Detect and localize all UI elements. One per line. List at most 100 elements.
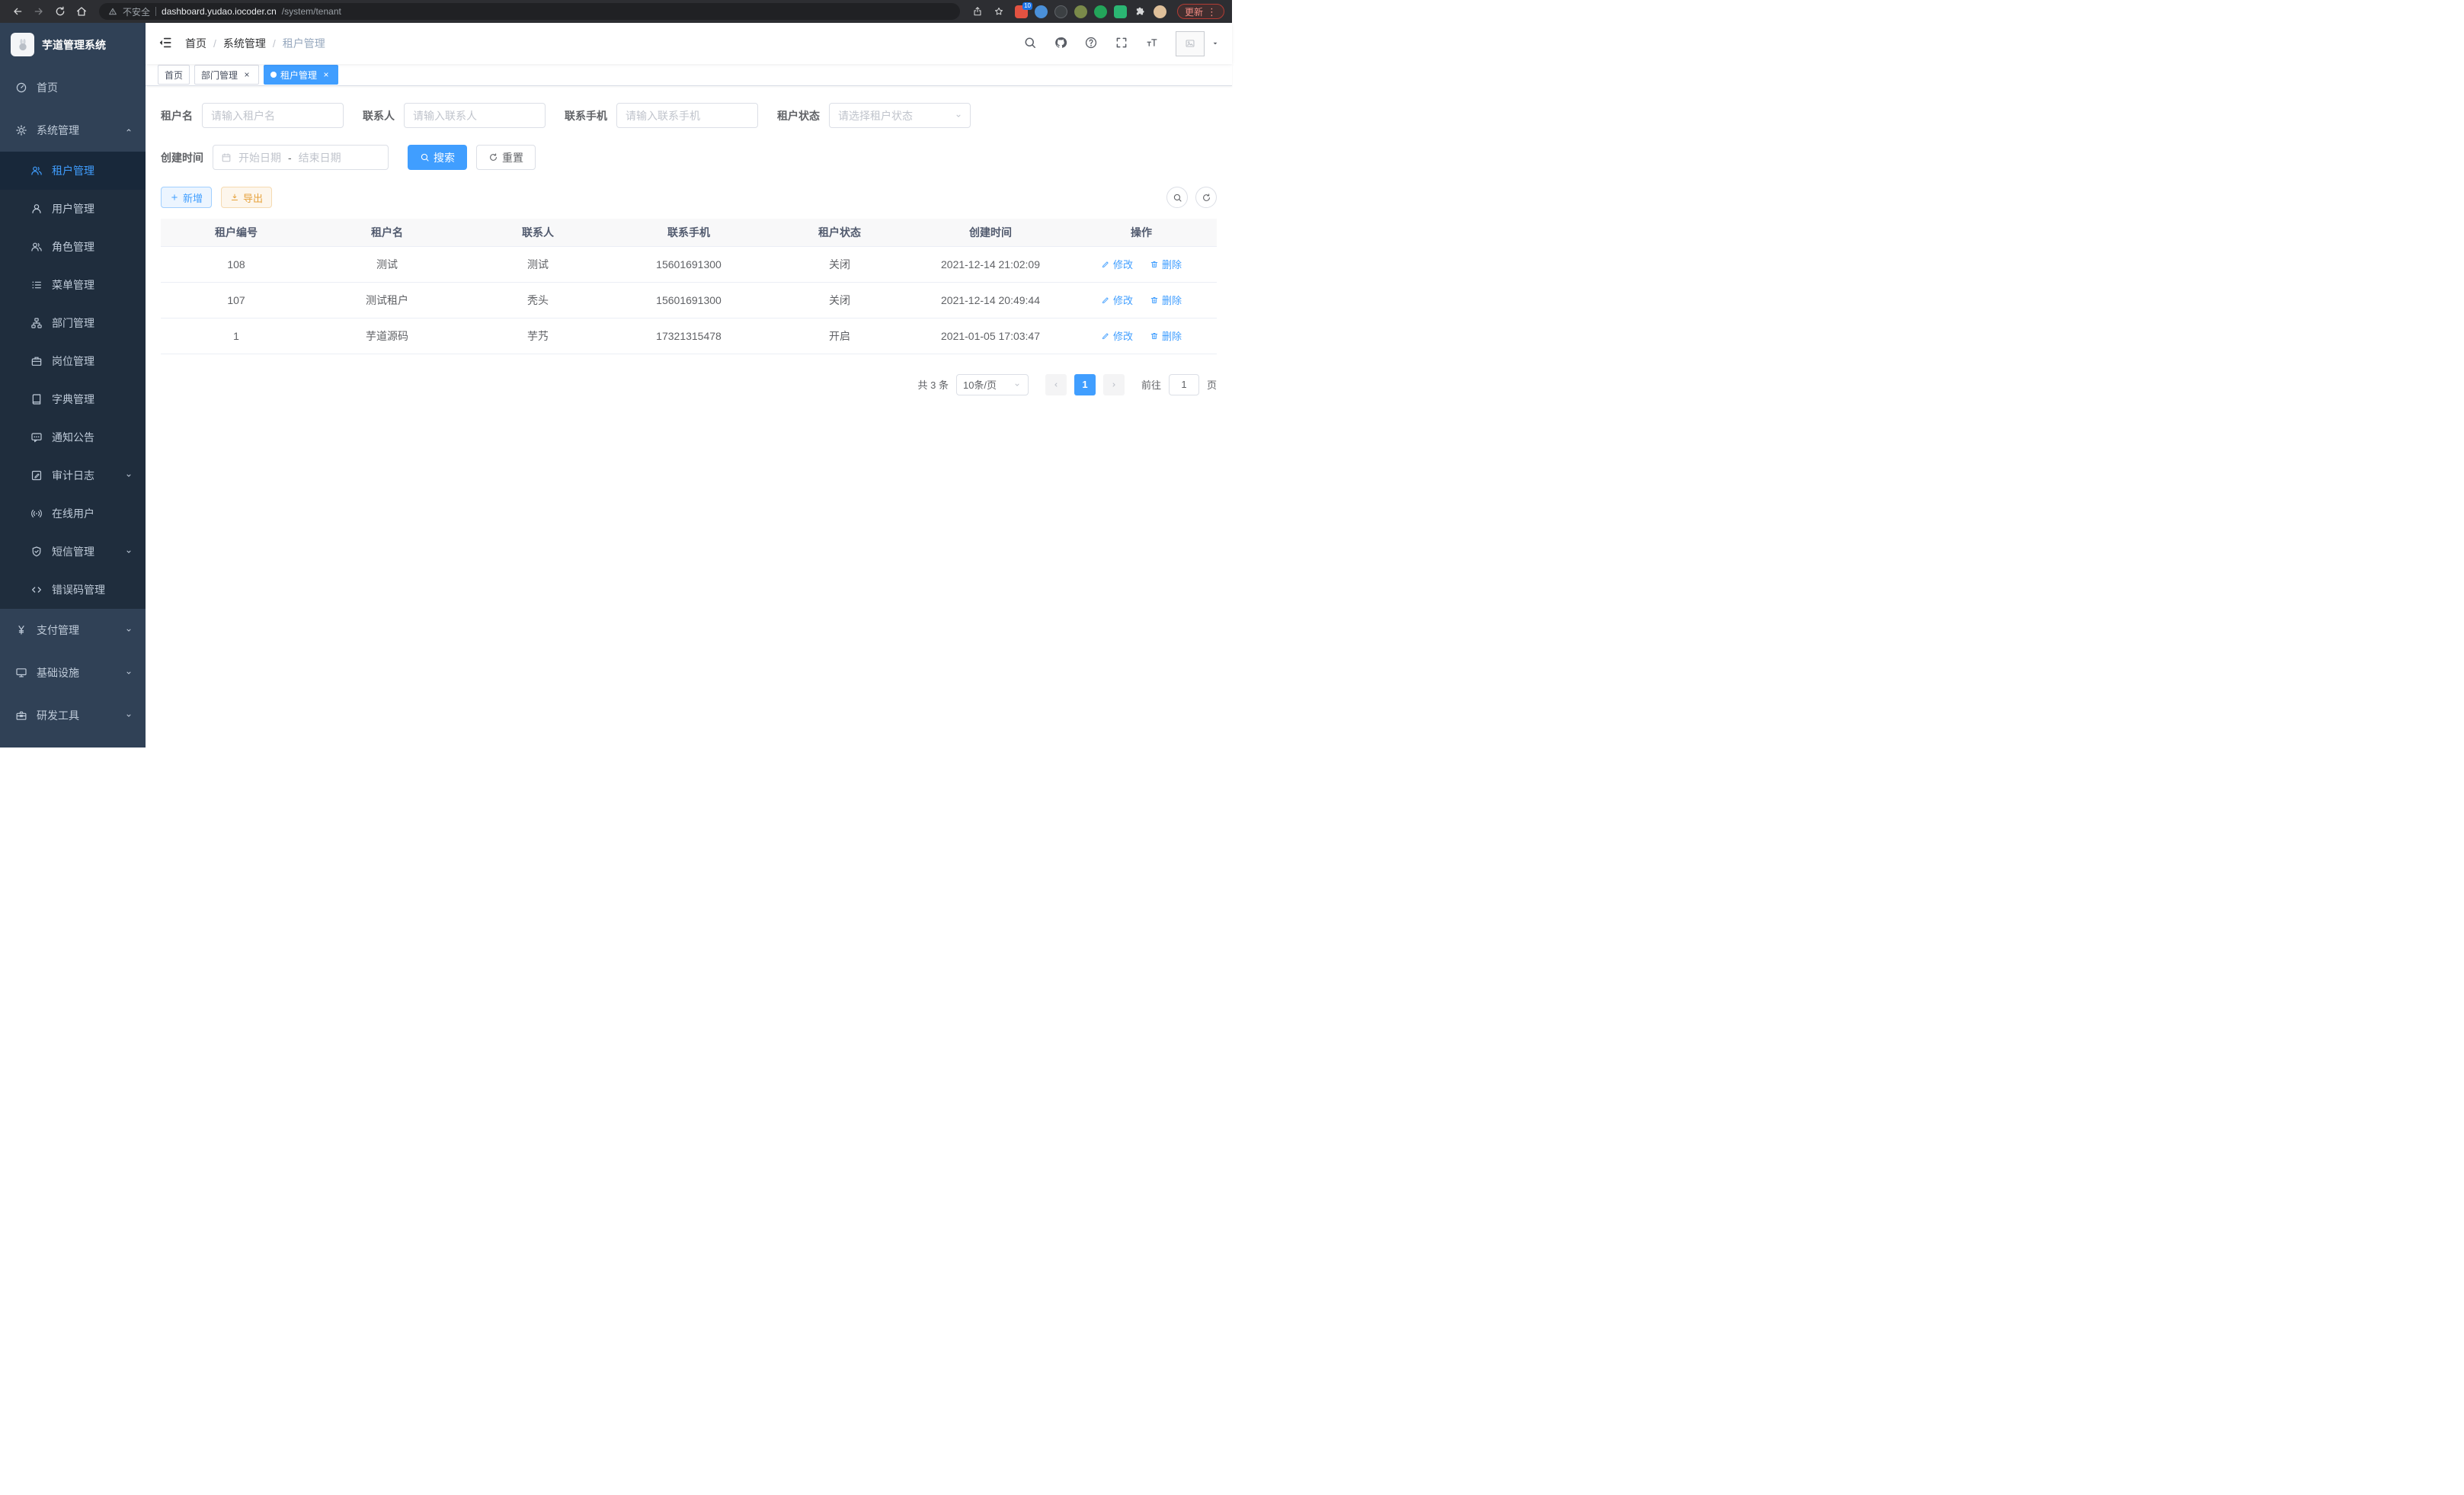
- sidebar-item-menu[interactable]: 菜单管理: [0, 266, 146, 304]
- contact-label: 联系人: [363, 108, 395, 123]
- sidebar-item-home[interactable]: 首页: [0, 66, 146, 109]
- browser-home-button[interactable]: [72, 2, 91, 21]
- search-icon: [420, 152, 430, 162]
- close-icon[interactable]: ×: [321, 69, 331, 80]
- trash-icon: [1150, 296, 1159, 305]
- reset-button[interactable]: 重置: [476, 145, 536, 170]
- active-dot: [270, 72, 277, 78]
- extension-icon-green-chat[interactable]: [1114, 5, 1127, 18]
- date-range-picker[interactable]: 开始日期 - 结束日期: [213, 145, 389, 170]
- extension-icon-olive[interactable]: [1074, 5, 1087, 18]
- bookmark-star-button[interactable]: [989, 2, 1009, 21]
- chevron-up-icon: [124, 126, 133, 135]
- table-row: 108 测试 测试 15601691300 关闭 2021-12-14 21:0…: [161, 246, 1217, 282]
- table-toolbar: 新增 导出: [161, 187, 1217, 208]
- chevron-down-icon: [124, 471, 133, 480]
- tag-tenant-active[interactable]: 租户管理 ×: [264, 65, 338, 85]
- chat-icon: [30, 431, 43, 443]
- browser-reload-button[interactable]: [50, 2, 70, 21]
- app-title: 芋道管理系统: [42, 37, 106, 53]
- tag-dept[interactable]: 部门管理 ×: [194, 65, 259, 85]
- extension-icon-adblock[interactable]: 10: [1015, 5, 1028, 18]
- sidebar-item-post[interactable]: 岗位管理: [0, 342, 146, 380]
- goto-page-input[interactable]: [1169, 374, 1199, 395]
- profile-avatar-icon[interactable]: [1154, 5, 1166, 18]
- sidebar-item-sms[interactable]: 短信管理: [0, 533, 146, 571]
- sidebar-collapse-icon[interactable]: [158, 35, 173, 53]
- toggle-search-button[interactable]: [1166, 187, 1188, 208]
- status-select[interactable]: 请选择租户状态: [829, 103, 971, 128]
- share-button[interactable]: [968, 2, 987, 21]
- help-icon[interactable]: [1084, 36, 1098, 52]
- create-time-label: 创建时间: [161, 150, 203, 165]
- extension-icon-blue[interactable]: [1035, 5, 1048, 18]
- sidebar-item-devtool[interactable]: 研发工具: [0, 694, 146, 737]
- monitor-icon: [15, 667, 27, 679]
- delete-button[interactable]: 删除: [1150, 293, 1182, 307]
- sidebar-item-audit-log[interactable]: 审计日志: [0, 456, 146, 495]
- browser-chrome: 不安全 dashboard.yudao.iocoder.cn/system/te…: [0, 0, 1232, 23]
- search-button[interactable]: 搜索: [408, 145, 467, 170]
- browser-menu-icon[interactable]: ⋮: [1207, 7, 1217, 17]
- delete-button[interactable]: 删除: [1150, 257, 1182, 271]
- update-label: 更新: [1185, 5, 1203, 18]
- page-size-select[interactable]: 10条/页: [956, 374, 1029, 395]
- pencil-icon: [1101, 260, 1110, 269]
- gear-icon: [15, 124, 27, 136]
- page-number-1[interactable]: 1: [1074, 374, 1096, 395]
- not-secure-warning-icon: [108, 7, 117, 16]
- search-icon[interactable]: [1023, 36, 1037, 52]
- sidebar-item-payment[interactable]: 支付管理: [0, 609, 146, 651]
- sidebar-item-infra[interactable]: 基础设施: [0, 651, 146, 694]
- page-unit-label: 页: [1207, 377, 1217, 392]
- tenant-name-input[interactable]: [202, 103, 344, 128]
- github-icon[interactable]: [1054, 36, 1067, 52]
- online-signal-icon: [30, 507, 43, 520]
- extensions-puzzle-icon[interactable]: [1134, 5, 1147, 18]
- add-button[interactable]: 新增: [161, 187, 212, 208]
- filter-row-2: 创建时间 开始日期 - 结束日期 搜索 重置: [161, 145, 1217, 170]
- breadcrumb-system[interactable]: 系统管理: [223, 36, 266, 51]
- chevron-down-icon: [954, 111, 963, 120]
- pagination: 共 3 条 10条/页 1 前往 页: [161, 374, 1217, 395]
- extension-icon-dark[interactable]: [1054, 5, 1067, 18]
- header-mobile: 联系手机: [613, 219, 764, 246]
- logo-image: [11, 33, 34, 56]
- sidebar-item-tenant[interactable]: 租户管理: [0, 152, 146, 190]
- sidebar-item-role[interactable]: 角色管理: [0, 228, 146, 266]
- close-icon[interactable]: ×: [242, 69, 252, 80]
- chrome-update-button[interactable]: 更新 ⋮: [1177, 4, 1224, 19]
- breadcrumb-home[interactable]: 首页: [185, 36, 206, 51]
- user-avatar-menu[interactable]: [1176, 31, 1220, 56]
- calendar-icon: [221, 152, 232, 163]
- edit-button[interactable]: 修改: [1101, 293, 1133, 307]
- tag-home[interactable]: 首页: [158, 65, 190, 85]
- browser-forward-button[interactable]: [29, 2, 49, 21]
- browser-back-button[interactable]: [8, 2, 27, 21]
- font-size-icon[interactable]: [1145, 36, 1159, 52]
- list-icon: [30, 279, 43, 291]
- export-button[interactable]: 导出: [221, 187, 272, 208]
- refresh-table-button[interactable]: [1195, 187, 1217, 208]
- edit-button[interactable]: 修改: [1101, 257, 1133, 271]
- toolbox-icon: [15, 709, 27, 722]
- sidebar-item-online-user[interactable]: 在线用户: [0, 495, 146, 533]
- sidebar-item-notice[interactable]: 通知公告: [0, 418, 146, 456]
- prev-page-button[interactable]: [1045, 374, 1067, 395]
- chevron-down-icon: [124, 626, 133, 635]
- sidebar-item-error-code[interactable]: 错误码管理: [0, 571, 146, 609]
- sidebar-item-dept[interactable]: 部门管理: [0, 304, 146, 342]
- contact-input[interactable]: [404, 103, 546, 128]
- delete-button[interactable]: 删除: [1150, 328, 1182, 343]
- sidebar-item-system[interactable]: 系统管理: [0, 109, 146, 152]
- mobile-input[interactable]: [616, 103, 758, 128]
- fullscreen-icon[interactable]: [1115, 36, 1128, 52]
- address-bar[interactable]: 不安全 dashboard.yudao.iocoder.cn/system/te…: [99, 3, 960, 20]
- sidebar-item-dict[interactable]: 字典管理: [0, 380, 146, 418]
- sidebar-item-user[interactable]: 用户管理: [0, 190, 146, 228]
- next-page-button[interactable]: [1103, 374, 1125, 395]
- extension-icon-green-circle[interactable]: [1094, 5, 1107, 18]
- shield-icon: [30, 546, 43, 558]
- chevron-down-icon: [1013, 380, 1022, 389]
- edit-button[interactable]: 修改: [1101, 328, 1133, 343]
